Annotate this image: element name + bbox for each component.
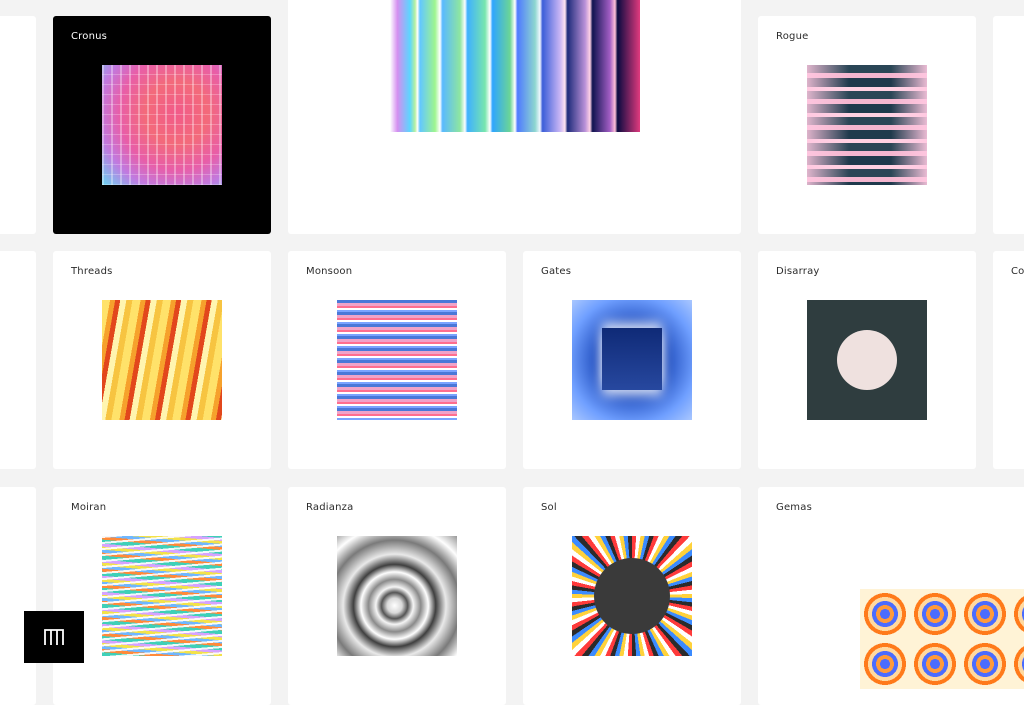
m-logo-icon: [44, 629, 64, 645]
artwork-card-disarray[interactable]: Disarray: [758, 251, 976, 469]
artwork-image: [807, 300, 927, 420]
artwork-card-cronus[interactable]: Cronus: [53, 16, 271, 234]
artwork-title: Rogue: [776, 31, 809, 42]
artwork-image: [102, 65, 222, 185]
artwork-card-gates[interactable]: Gates: [523, 251, 741, 469]
artwork-image: [102, 536, 222, 656]
artwork-title: Cronus: [71, 31, 108, 42]
artwork-title: Moiran: [71, 502, 107, 513]
artwork-image: [337, 300, 457, 420]
artwork-title: Sol: [541, 502, 557, 513]
partial-card-left-row1[interactable]: [0, 16, 36, 234]
artwork-image: [807, 65, 927, 185]
artwork-title: Threads: [71, 266, 113, 277]
artwork-card-rogue[interactable]: Rogue: [758, 16, 976, 234]
artwork-image: [102, 300, 222, 420]
artwork-image: [337, 536, 457, 656]
artwork-title: Co: [1011, 266, 1024, 277]
partial-card-left-row2[interactable]: [0, 251, 36, 469]
artwork-title: Gemas: [776, 502, 812, 513]
m-logo-button[interactable]: [24, 611, 84, 663]
artwork-card-featured[interactable]: [288, 0, 741, 234]
artwork-title: Gates: [541, 266, 572, 277]
artwork-image: [860, 589, 1024, 689]
artwork-card-threads[interactable]: Threads: [53, 251, 271, 469]
artwork-title: Monsoon: [306, 266, 353, 277]
artwork-card-gemas[interactable]: Gemas: [758, 487, 1024, 705]
artwork-title: Disarray: [776, 266, 820, 277]
partial-card-right-row2[interactable]: Co: [993, 251, 1024, 469]
artwork-card-radianza[interactable]: Radianza: [288, 487, 506, 705]
artwork-card-sol[interactable]: Sol: [523, 487, 741, 705]
artwork-card-moiran[interactable]: Moiran: [53, 487, 271, 705]
artwork-image: [572, 300, 692, 420]
artwork-card-monsoon[interactable]: Monsoon: [288, 251, 506, 469]
artwork-title: Radianza: [306, 502, 354, 513]
partial-card-right-row1[interactable]: [993, 16, 1024, 234]
artwork-image: [572, 536, 692, 656]
artwork-image: [390, 0, 640, 132]
partial-card-left-row3[interactable]: [0, 487, 36, 705]
